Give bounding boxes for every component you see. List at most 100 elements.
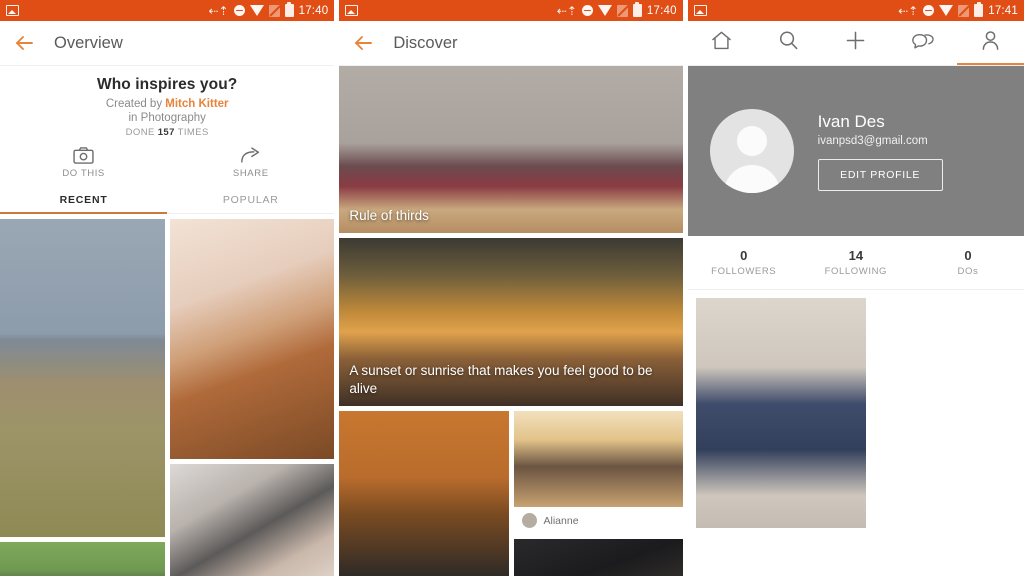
page-title: Overview (54, 33, 123, 52)
challenge-actions: DO THIS SHARE (0, 145, 334, 179)
profile-name: Ivan Des (817, 111, 885, 131)
nav-item-search[interactable] (755, 21, 822, 65)
done-number: 157 (157, 127, 175, 138)
card-cabin[interactable] (339, 411, 509, 576)
status-time: 17:41 (988, 4, 1018, 17)
photo-baby-portrait[interactable] (169, 464, 335, 576)
stat-label: FOLLOWING (824, 266, 888, 277)
done-prefix: DONE (125, 127, 158, 138)
card-tray-image[interactable] (513, 411, 683, 507)
profile-meta: Ivan Des ivanpsd3@gmail.com EDIT PROFILE (817, 111, 943, 191)
screenshot-icon (345, 5, 359, 16)
no-sim-icon (958, 4, 970, 17)
screenshot-icon (6, 5, 19, 16)
chat-icon (911, 30, 935, 57)
user-avatar (521, 513, 537, 528)
share-icon (240, 145, 262, 165)
profile-email: ivanpsd3@gmail.com (817, 134, 928, 147)
card-dark[interactable] (513, 539, 683, 576)
status-time: 17:40 (646, 4, 677, 17)
profile-photo-grid (688, 290, 1024, 528)
wifi-icon (597, 5, 612, 16)
page-title: Discover (393, 33, 458, 52)
bluetooth-icon: ⇠⇡ (208, 3, 229, 18)
home-icon (710, 29, 733, 57)
challenge-author-line: Created by Mitch Kitter (0, 98, 334, 110)
stat-label: FOLLOWERS (711, 266, 777, 277)
edit-profile-button[interactable]: EDIT PROFILE (817, 158, 943, 191)
bluetooth-icon: ⇠⇡ (898, 3, 919, 18)
nav-item-profile[interactable] (956, 21, 1024, 65)
share-label: SHARE (232, 168, 269, 179)
profile-hero: Ivan Des ivanpsd3@gmail.com EDIT PROFILE (687, 66, 1024, 236)
card-author-name[interactable]: Alianne (544, 515, 579, 527)
appbar-discover: Discover (339, 21, 683, 66)
photo-grass-field[interactable] (0, 542, 165, 576)
battery-icon (284, 1, 294, 17)
challenge-done-count: DONE 157 TIMES (0, 127, 334, 138)
stat-label: DOs (957, 266, 979, 277)
photo-blossom-shop[interactable] (169, 219, 335, 459)
photo-column-left (0, 219, 165, 576)
card-tray[interactable]: Alianne (513, 411, 683, 534)
search-icon (777, 29, 800, 57)
plus-icon (844, 29, 867, 57)
status-left-icons-right (693, 5, 707, 16)
avatar-head (736, 126, 767, 156)
do-this-label: DO THIS (62, 168, 105, 179)
no-sim-icon (616, 4, 628, 17)
do-this-button[interactable]: DO THIS (0, 145, 167, 179)
tab-popular[interactable]: POPULAR (167, 188, 334, 213)
nav-item-home[interactable] (688, 21, 755, 65)
wifi-icon (249, 5, 264, 16)
do-not-disturb-icon (233, 5, 245, 16)
bottom-nav (687, 21, 1024, 66)
appbar-overview: Overview (0, 21, 335, 66)
back-arrow-icon[interactable] (12, 31, 36, 55)
photo-grid-overview (0, 214, 335, 576)
card-column-right: Alianne (513, 411, 683, 576)
bluetooth-icon: ⇠⇡ (556, 3, 577, 18)
stat-value: 0 (740, 248, 748, 263)
no-sim-icon (268, 4, 280, 17)
battery-icon (974, 1, 984, 17)
tab-recent[interactable]: RECENT (0, 188, 168, 214)
card-row: Alianne (339, 411, 683, 576)
stat-dos[interactable]: 0 DOs (912, 248, 1024, 277)
card-caption: A sunset or sunrise that makes you feel … (349, 362, 653, 396)
stat-value: 0 (964, 248, 972, 263)
status-bar-mid: ⇠⇡ 17:40 (339, 0, 683, 21)
photo-climbing-frame[interactable] (0, 219, 165, 537)
do-not-disturb-icon (923, 5, 935, 16)
challenge-title: Who inspires you? (97, 76, 238, 93)
created-by-label: Created by (105, 98, 166, 110)
card-rule-of-thirds[interactable]: Rule of thirds (339, 66, 683, 233)
default-avatar-icon[interactable] (709, 109, 794, 193)
panel-overview: ⇠⇡ 17:40 Overview Who inspires you? Crea… (0, 0, 335, 576)
status-left-icons-mid (345, 5, 359, 16)
status-right-icons-right: ⇠⇡ 17:41 (898, 1, 1018, 18)
photo-shoes-jeans[interactable] (695, 298, 866, 528)
card-column-left (339, 411, 509, 576)
challenge-tabs: RECENT POPULAR (0, 188, 335, 214)
card-sunset[interactable]: A sunset or sunrise that makes you feel … (339, 238, 683, 406)
status-bar-right: ⇠⇡ 17:41 (687, 0, 1024, 21)
card-author-row: Alianne (513, 507, 683, 534)
discover-feed: Rule of thirds A sunset or sunrise that … (339, 66, 683, 576)
stat-followers[interactable]: 0 FOLLOWERS (688, 248, 800, 277)
status-time: 17:40 (298, 4, 329, 17)
avatar-body (723, 165, 780, 193)
camera-icon (73, 145, 94, 165)
author-link[interactable]: Mitch Kitter (165, 98, 228, 110)
share-button[interactable]: SHARE (167, 145, 334, 179)
status-right-icons-mid: ⇠⇡ 17:40 (556, 1, 677, 18)
done-suffix: TIMES (174, 127, 209, 138)
challenge-category: in Photography (128, 112, 206, 124)
nav-item-add[interactable] (822, 21, 889, 65)
status-right-icons: ⇠⇡ 17:40 (208, 1, 329, 18)
status-left-icons (6, 5, 19, 16)
challenge-header: Who inspires you? Created by Mitch Kitte… (0, 66, 335, 214)
stat-following[interactable]: 14 FOLLOWING (800, 248, 912, 277)
back-arrow-icon[interactable] (351, 31, 375, 55)
nav-item-messages[interactable] (889, 21, 956, 65)
